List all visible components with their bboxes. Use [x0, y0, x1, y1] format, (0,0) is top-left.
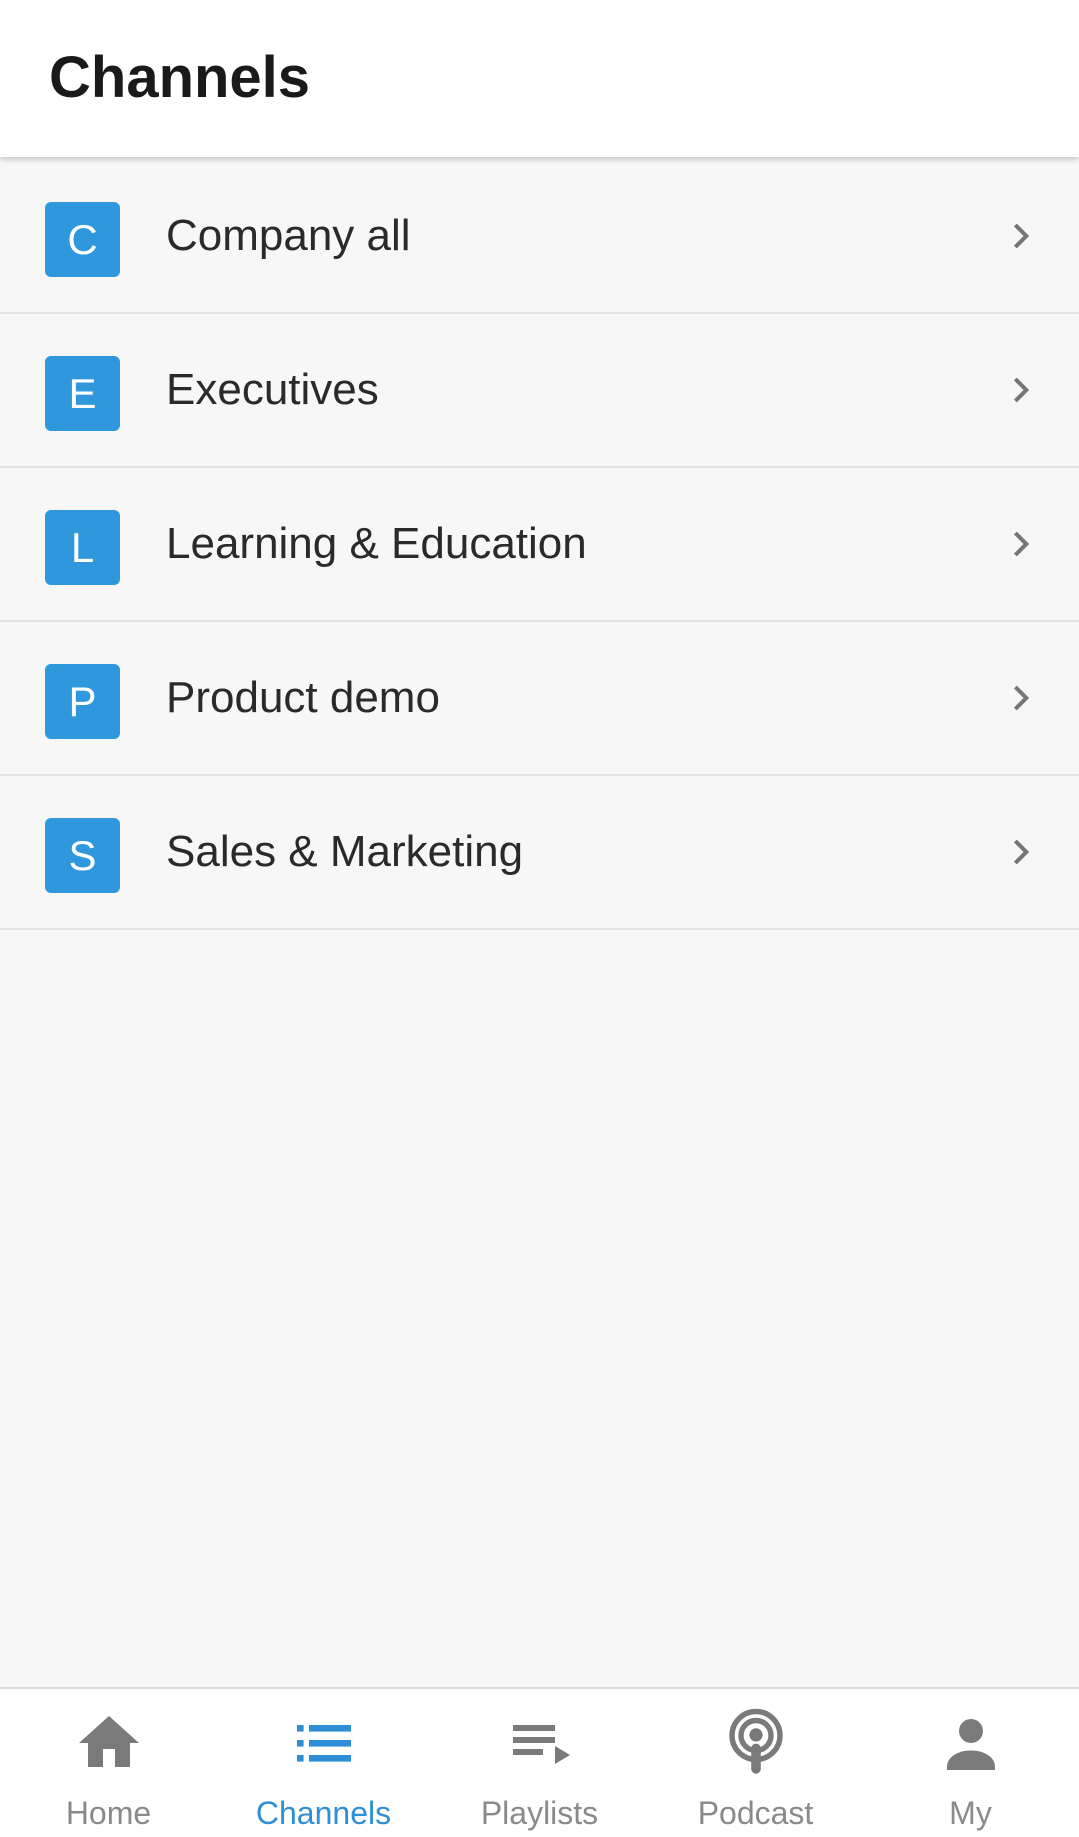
- home-icon: [78, 1716, 139, 1767]
- person-icon: [946, 1719, 995, 1770]
- nav-label: Playlists: [480, 1795, 599, 1831]
- channel-name: Learning & Education: [166, 519, 587, 568]
- nav-label: Home: [65, 1795, 152, 1831]
- app-bar: Channels: [0, 0, 1079, 157]
- channel-item-company-all[interactable]: C Company all: [0, 160, 1079, 314]
- bottom-navigation: Home Channels Playlists Podcast My: [0, 1687, 1079, 1837]
- playlist-play-icon: [512, 1725, 570, 1764]
- channel-item-product-demo[interactable]: P Product demo: [0, 622, 1079, 776]
- channel-avatar: L: [45, 510, 120, 585]
- channel-item-sales-marketing[interactable]: S Sales & Marketing: [0, 776, 1079, 930]
- nav-tab-podcast[interactable]: Podcast: [648, 1689, 863, 1837]
- nav-tab-channels[interactable]: Channels: [216, 1689, 431, 1837]
- chevron-right-icon: [1013, 685, 1030, 711]
- channel-avatar: S: [45, 818, 120, 893]
- channel-name: Company all: [166, 211, 411, 260]
- channel-item-executives[interactable]: E Executives: [0, 314, 1079, 468]
- nav-label: Podcast: [697, 1795, 814, 1831]
- nav-label: My: [949, 1795, 992, 1831]
- channel-avatar: E: [45, 356, 120, 431]
- list-icon: [296, 1725, 351, 1762]
- chevron-right-icon: [1013, 839, 1030, 865]
- page-title: Channels: [49, 45, 311, 110]
- podcast-icon: [728, 1708, 783, 1774]
- channel-item-learning-education[interactable]: L Learning & Education: [0, 468, 1079, 622]
- chevron-right-icon: [1013, 531, 1030, 557]
- nav-tab-my[interactable]: My: [863, 1689, 1078, 1837]
- chevron-right-icon: [1013, 377, 1030, 403]
- nav-label: Channels: [255, 1795, 392, 1831]
- channel-name: Executives: [166, 365, 379, 414]
- chevron-right-icon: [1013, 223, 1030, 249]
- nav-tab-home[interactable]: Home: [1, 1689, 216, 1837]
- channel-name: Product demo: [166, 673, 440, 722]
- channel-avatar: P: [45, 664, 120, 739]
- channel-list: C Company all E Executives L Learning & …: [0, 160, 1079, 930]
- channel-avatar: C: [45, 202, 120, 277]
- channel-name: Sales & Marketing: [166, 827, 524, 876]
- nav-tab-playlists[interactable]: Playlists: [432, 1689, 647, 1837]
